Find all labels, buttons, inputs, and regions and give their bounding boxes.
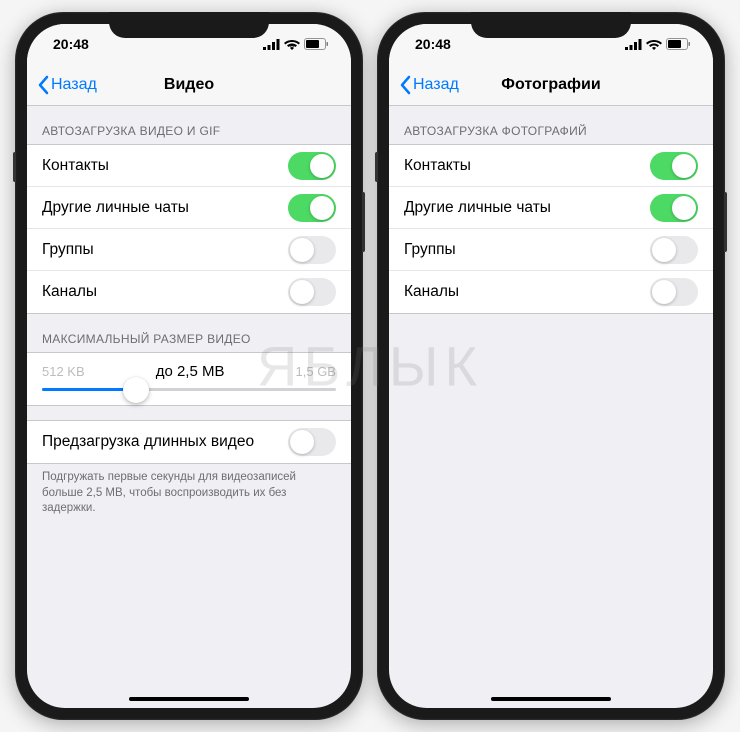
back-button[interactable]: Назад <box>399 75 459 95</box>
phone-mockup-right: 20:48 Назад Фотографии АВТОЗАГРУЗКА ФОТО… <box>377 12 725 720</box>
toggle-list: Контакты Другие личные чаты Группы Канал… <box>389 144 713 314</box>
section-footer-preload: Подгружать первые секунды для видеозапис… <box>27 464 351 523</box>
row-label: Каналы <box>404 283 459 301</box>
toggle-groups[interactable] <box>650 236 698 264</box>
back-button[interactable]: Назад <box>37 75 97 95</box>
row-groups: Группы <box>389 229 713 271</box>
slider-block: 512 KB до 2,5 MB 1,5 GB <box>27 352 351 406</box>
slider-labels: 512 KB до 2,5 MB 1,5 GB <box>42 363 336 380</box>
section-header-autodownload: АВТОЗАГРУЗКА ВИДЕО И GIF <box>27 106 351 144</box>
nav-bar: Назад Фотографии <box>389 64 713 106</box>
cellular-icon <box>263 39 280 50</box>
row-contacts: Контакты <box>27 145 351 187</box>
slider-thumb[interactable] <box>123 377 149 403</box>
toggle-private-chats[interactable] <box>650 194 698 222</box>
phone-mockup-left: 20:48 Назад Видео АВТОЗАГРУЗКА ВИДЕО И G… <box>15 12 363 720</box>
row-preload: Предзагрузка длинных видео <box>27 421 351 463</box>
row-contacts: Контакты <box>389 145 713 187</box>
phone-notch <box>471 12 631 38</box>
phone-notch <box>109 12 269 38</box>
row-label: Контакты <box>42 157 109 175</box>
toggle-private-chats[interactable] <box>288 194 336 222</box>
nav-bar: Назад Видео <box>27 64 351 106</box>
page-title: Видео <box>164 76 214 94</box>
slider-track[interactable] <box>42 388 336 391</box>
row-groups: Группы <box>27 229 351 271</box>
row-label: Группы <box>404 241 456 259</box>
chevron-left-icon <box>399 75 411 95</box>
row-label: Контакты <box>404 157 471 175</box>
battery-icon <box>666 38 691 50</box>
status-time: 20:48 <box>53 36 89 52</box>
row-label: Предзагрузка длинных видео <box>42 433 254 451</box>
section-header-maxsize: МАКСИМАЛЬНЫЙ РАЗМЕР ВИДЕО <box>27 314 351 352</box>
section-header-autodownload: АВТОЗАГРУЗКА ФОТОГРАФИЙ <box>389 106 713 144</box>
status-right <box>625 38 691 50</box>
row-label: Другие личные чаты <box>42 199 189 217</box>
home-indicator[interactable] <box>129 697 249 701</box>
home-indicator[interactable] <box>491 697 611 701</box>
back-label: Назад <box>413 76 459 94</box>
wifi-icon <box>646 38 662 50</box>
screen: 20:48 Назад Фотографии АВТОЗАГРУЗКА ФОТО… <box>389 24 713 708</box>
row-label: Другие личные чаты <box>404 199 551 217</box>
toggle-channels[interactable] <box>288 278 336 306</box>
cellular-icon <box>625 39 642 50</box>
row-label: Группы <box>42 241 94 259</box>
slider-fill <box>42 388 136 391</box>
screen: 20:48 Назад Видео АВТОЗАГРУЗКА ВИДЕО И G… <box>27 24 351 708</box>
status-right <box>263 38 329 50</box>
slider-value-label: до 2,5 MB <box>156 363 225 380</box>
preload-list: Предзагрузка длинных видео <box>27 420 351 464</box>
slider-min-label: 512 KB <box>42 364 85 379</box>
toggle-groups[interactable] <box>288 236 336 264</box>
page-title: Фотографии <box>501 76 600 94</box>
row-channels: Каналы <box>389 271 713 313</box>
toggle-list: Контакты Другие личные чаты Группы Канал… <box>27 144 351 314</box>
back-label: Назад <box>51 76 97 94</box>
row-channels: Каналы <box>27 271 351 313</box>
battery-icon <box>304 38 329 50</box>
toggle-contacts[interactable] <box>650 152 698 180</box>
status-time: 20:48 <box>415 36 451 52</box>
wifi-icon <box>284 38 300 50</box>
row-private-chats: Другие личные чаты <box>27 187 351 229</box>
toggle-preload[interactable] <box>288 428 336 456</box>
row-label: Каналы <box>42 283 97 301</box>
row-private-chats: Другие личные чаты <box>389 187 713 229</box>
chevron-left-icon <box>37 75 49 95</box>
toggle-channels[interactable] <box>650 278 698 306</box>
slider-max-label: 1,5 GB <box>296 364 336 379</box>
toggle-contacts[interactable] <box>288 152 336 180</box>
